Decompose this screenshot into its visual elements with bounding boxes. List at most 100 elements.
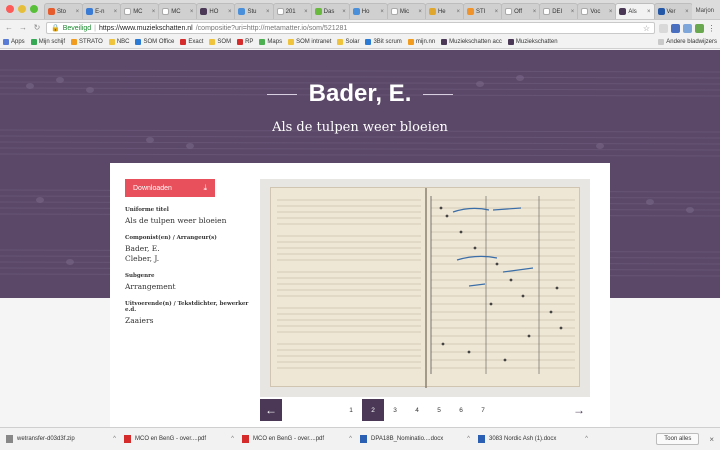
- browser-tab[interactable]: 201 ×: [272, 3, 312, 19]
- bookmark-item[interactable]: Apps: [3, 39, 25, 45]
- download-item[interactable]: MCO en BenG - over....pdf ^: [124, 435, 242, 443]
- bookmark-item[interactable]: mijn.nn: [407, 39, 435, 45]
- file-icon: [6, 435, 13, 443]
- back-arrow-icon[interactable]: ←: [4, 23, 14, 33]
- bookmark-item[interactable]: RP: [237, 39, 253, 45]
- page-number-button[interactable]: 2: [362, 399, 384, 421]
- bookmark-label: RP: [245, 39, 254, 45]
- tab-close-icon[interactable]: ×: [76, 9, 80, 15]
- chevron-up-icon[interactable]: ^: [113, 436, 116, 442]
- extension-icon[interactable]: [659, 23, 668, 33]
- extension-icon[interactable]: [695, 23, 704, 33]
- menu-icon[interactable]: ⋮: [707, 23, 716, 33]
- chevron-up-icon[interactable]: ^: [467, 436, 470, 442]
- download-button[interactable]: Downloaden ⤓: [125, 179, 215, 197]
- browser-tab[interactable]: HO ×: [196, 3, 236, 19]
- bookmark-item[interactable]: Muziekschatten: [507, 39, 558, 45]
- bookmark-favicon-icon: [365, 39, 372, 45]
- secure-label: Beveiligd: [62, 24, 92, 32]
- bookmark-star-icon[interactable]: ☆: [643, 24, 650, 33]
- page-number-button[interactable]: 4: [406, 399, 428, 421]
- tab-close-icon[interactable]: ×: [114, 9, 118, 15]
- tab-close-icon[interactable]: ×: [228, 9, 232, 15]
- browser-tab[interactable]: Voc ×: [577, 3, 617, 19]
- tab-close-icon[interactable]: ×: [495, 9, 499, 15]
- other-bookmarks-folder[interactable]: Andere bladwijzers: [658, 39, 717, 45]
- score-viewer[interactable]: [260, 179, 590, 397]
- tab-close-icon[interactable]: ×: [266, 9, 270, 15]
- minimize-window-button[interactable]: [18, 5, 26, 13]
- page-number-button[interactable]: 1: [340, 399, 362, 421]
- tab-close-icon[interactable]: ×: [380, 9, 384, 15]
- tab-close-icon[interactable]: ×: [533, 9, 537, 15]
- tab-close-icon[interactable]: ×: [685, 9, 689, 15]
- previous-page-button[interactable]: ←: [260, 399, 282, 421]
- browser-tab[interactable]: Als ×: [615, 3, 655, 19]
- download-file-name: DPA18B_Nominatio....docx: [371, 436, 444, 442]
- browser-tab[interactable]: STI ×: [463, 3, 503, 19]
- bookmark-item[interactable]: Exact: [180, 39, 203, 45]
- bookmark-item[interactable]: SOM: [209, 39, 231, 45]
- browser-tab[interactable]: MC ×: [158, 3, 198, 19]
- page-number-button[interactable]: 3: [384, 399, 406, 421]
- reload-icon[interactable]: ↻: [32, 23, 42, 33]
- browser-tab[interactable]: Ho ×: [348, 3, 388, 19]
- tab-close-icon[interactable]: ×: [304, 9, 308, 15]
- browser-tab-bar: Sto × E-n × MC × MC × HO × Stu × 201 × Das × Ho × Mic × He × S…: [0, 0, 720, 20]
- browser-tab[interactable]: He ×: [424, 3, 465, 19]
- browser-tab[interactable]: Sto ×: [44, 3, 84, 19]
- bookmark-item[interactable]: Muziekschatten acc: [441, 39, 502, 45]
- browser-tab[interactable]: E-n ×: [82, 3, 122, 19]
- chevron-up-icon[interactable]: ^: [585, 436, 588, 442]
- download-item[interactable]: wetransfer-d03d3f.zip ^: [6, 435, 124, 443]
- bookmark-label: STRATO: [79, 39, 103, 45]
- tab-close-icon[interactable]: ×: [190, 9, 194, 15]
- forward-arrow-icon[interactable]: →: [18, 23, 28, 33]
- extension-icon[interactable]: [671, 23, 680, 33]
- bookmark-item[interactable]: 3Bit scrum: [365, 39, 402, 45]
- download-item[interactable]: 3083 Nordic Ash (1).docx ^: [478, 435, 596, 443]
- tab-close-icon[interactable]: ×: [457, 9, 461, 15]
- page-number-button[interactable]: 7: [472, 399, 494, 421]
- page-number-button[interactable]: 5: [428, 399, 450, 421]
- browser-tab[interactable]: Ver ×: [653, 3, 692, 19]
- download-item[interactable]: MCO en BenG - over....pdf ^: [242, 435, 360, 443]
- page-number-button[interactable]: 6: [450, 399, 472, 421]
- browser-tab[interactable]: Das ×: [310, 3, 350, 19]
- download-item[interactable]: DPA18B_Nominatio....docx ^: [360, 435, 478, 443]
- bookmark-item[interactable]: SOM intranet: [288, 39, 331, 45]
- chevron-up-icon[interactable]: ^: [231, 436, 234, 442]
- score-illustration: [277, 188, 575, 388]
- close-window-button[interactable]: [6, 5, 14, 13]
- show-all-button[interactable]: Toon alles: [656, 433, 700, 445]
- tab-favicon-icon: [200, 8, 208, 15]
- bookmark-item[interactable]: Solar: [337, 39, 359, 45]
- bookmark-item[interactable]: Mijn schijf: [30, 39, 65, 45]
- bookmark-item[interactable]: Maps: [259, 39, 282, 45]
- bookmark-item[interactable]: SOM Office: [135, 39, 174, 45]
- tab-close-icon[interactable]: ×: [152, 9, 156, 15]
- close-icon[interactable]: ×: [709, 435, 714, 444]
- next-page-button[interactable]: →: [568, 399, 590, 421]
- bookmark-item[interactable]: STRATO: [71, 39, 103, 45]
- bookmark-favicon-icon: [288, 39, 295, 45]
- browser-profile-name[interactable]: Marjon: [692, 8, 720, 19]
- tab-close-icon[interactable]: ×: [609, 9, 613, 15]
- bookmark-item[interactable]: NBC: [108, 39, 129, 45]
- url-input[interactable]: 🔒 Beveiligd | https://www.muziekschatten…: [46, 22, 655, 34]
- score-page-image[interactable]: [270, 187, 580, 388]
- browser-tab[interactable]: Stu ×: [234, 3, 274, 19]
- chevron-up-icon[interactable]: ^: [349, 436, 352, 442]
- tab-close-icon[interactable]: ×: [418, 9, 422, 15]
- browser-tab[interactable]: DEI ×: [539, 3, 579, 19]
- tab-close-icon[interactable]: ×: [571, 9, 575, 15]
- extension-icon[interactable]: [683, 23, 692, 33]
- browser-tab[interactable]: MC ×: [120, 3, 160, 19]
- maximize-window-button[interactable]: [30, 5, 38, 13]
- tab-close-icon[interactable]: ×: [342, 9, 346, 15]
- browser-tab[interactable]: Mic ×: [386, 3, 426, 19]
- tab-label: E-n: [95, 8, 105, 15]
- file-icon: [478, 435, 485, 443]
- browser-tab[interactable]: Off ×: [501, 3, 541, 19]
- tab-close-icon[interactable]: ×: [647, 9, 651, 15]
